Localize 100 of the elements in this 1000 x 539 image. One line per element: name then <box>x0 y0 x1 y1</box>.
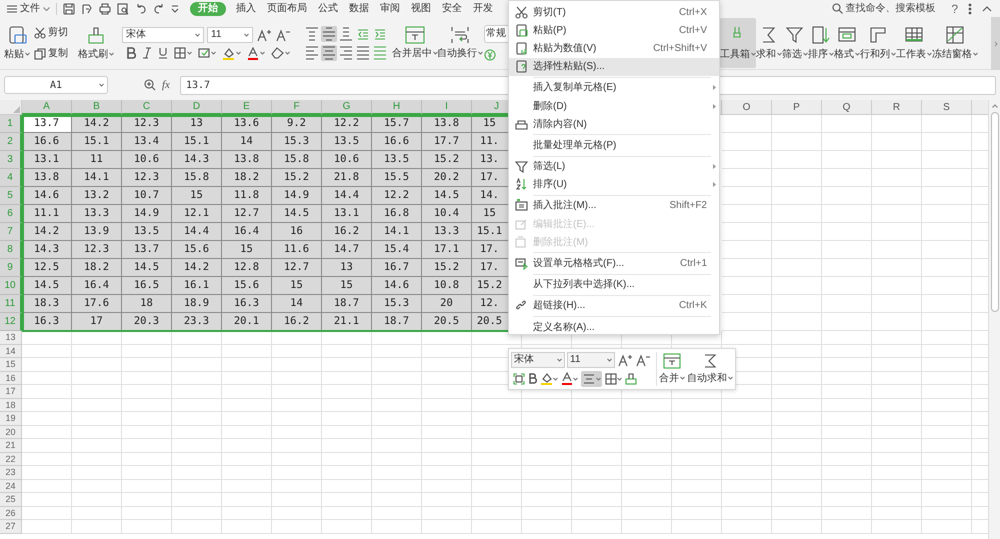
empty-cell <box>172 385 222 398</box>
left-align-button[interactable] <box>304 44 320 60</box>
empty-cell <box>822 426 872 439</box>
fill-color-icon[interactable] <box>540 372 553 385</box>
menu-item[interactable]: 插入复制单元格(E) <box>509 78 719 97</box>
worksheet-button[interactable]: 工作表 <box>896 18 932 68</box>
row-header[interactable]: 24 <box>0 480 22 493</box>
row-header[interactable]: 13 <box>0 331 22 344</box>
row-header[interactable]: 27 <box>0 520 22 534</box>
font-size-select[interactable]: 11 <box>567 352 615 368</box>
bottom-align-button[interactable] <box>338 26 354 42</box>
brush-icon[interactable] <box>625 372 637 385</box>
ribbon-tab[interactable]: 数据 <box>348 2 370 16</box>
underline-icon[interactable] <box>158 47 168 59</box>
select-range-icon[interactable] <box>513 372 525 384</box>
ribbon-tab[interactable]: 插入 <box>235 2 257 16</box>
menu-item[interactable]: 粘贴为数值(V) Ctrl+Shift+V <box>509 39 719 58</box>
ribbon-tab[interactable]: 安全 <box>441 2 463 16</box>
row-header[interactable]: 22 <box>0 452 22 466</box>
ribbon-tab[interactable]: 开发 <box>472 2 494 16</box>
italic-icon[interactable] <box>142 47 152 59</box>
ribbon-tab[interactable]: 视图 <box>410 2 432 16</box>
borders-icon[interactable] <box>174 47 186 59</box>
sort-button[interactable]: 排序 <box>808 18 834 68</box>
share-icon[interactable] <box>80 2 94 16</box>
fill-style-icon[interactable] <box>198 47 210 59</box>
empty-cell <box>872 385 922 398</box>
filter-button[interactable]: 筛选 <box>782 18 808 68</box>
copy-button[interactable]: 复制 <box>34 46 78 61</box>
menu-item[interactable]: 选择性粘贴(S)... <box>509 58 719 76</box>
ribbon-tab[interactable]: 公式 <box>317 2 339 16</box>
top-align-button[interactable] <box>304 26 320 42</box>
row-header[interactable]: 23 <box>0 466 22 480</box>
center-align-button[interactable] <box>321 44 337 60</box>
font-name-select[interactable]: 宋体 <box>122 26 204 42</box>
justify-button[interactable] <box>355 44 371 60</box>
decrease-font-icon[interactable] <box>275 28 291 42</box>
align-button[interactable] <box>581 370 602 386</box>
vertical-scrollbar[interactable] <box>988 100 1000 539</box>
format-painter-button[interactable]: 格式刷 <box>78 18 114 68</box>
row-header[interactable]: 21 <box>0 439 22 452</box>
collapse-icon[interactable] <box>982 6 992 12</box>
row-header[interactable]: 17 <box>0 385 22 398</box>
font-size-select[interactable]: 11 <box>207 26 253 42</box>
menu-item[interactable]: 剪切(T) Ctrl+X <box>509 3 719 22</box>
row-header[interactable]: 15 <box>0 358 22 372</box>
row-header[interactable]: 25 <box>0 493 22 506</box>
freeze-panes-button[interactable]: 冻结窗格 <box>932 18 978 68</box>
column-header[interactable]: P <box>772 100 822 115</box>
wrap-text-button[interactable]: 自动换行 <box>438 18 482 68</box>
bold-icon[interactable] <box>126 47 136 59</box>
more-icon[interactable] <box>968 2 972 14</box>
save-icon[interactable] <box>62 2 76 16</box>
paste-button[interactable]: 粘贴 <box>4 18 30 68</box>
decrease-font-icon[interactable] <box>635 352 651 366</box>
fill-color-icon[interactable] <box>222 46 235 60</box>
zoom-icon[interactable] <box>144 79 156 91</box>
file-menu[interactable]: 文件 <box>6 1 51 16</box>
row-header[interactable]: 19 <box>0 412 22 426</box>
sum-button[interactable]: 求和 <box>756 18 782 68</box>
font-color-icon[interactable] <box>561 372 573 385</box>
cut-button[interactable]: 剪切 <box>34 25 78 40</box>
row-header[interactable]: 14 <box>0 344 22 358</box>
toolbox-button[interactable]: 工具箱 <box>720 18 756 68</box>
print-preview-icon[interactable] <box>116 2 130 16</box>
name-box[interactable]: A1 <box>4 76 108 94</box>
help-button[interactable]: ? <box>951 0 958 18</box>
print-icon[interactable] <box>98 2 112 16</box>
column-header[interactable]: Q <box>822 100 872 115</box>
empty-cell <box>122 426 172 439</box>
ribbon-tab[interactable]: 页面布局 <box>266 2 308 16</box>
merge-button[interactable]: 合并 <box>659 349 685 389</box>
bold-icon[interactable] <box>528 373 537 384</box>
increase-font-icon[interactable] <box>256 28 272 42</box>
scroll-thumb[interactable] <box>990 112 998 312</box>
rows-columns-button[interactable]: 行和列 <box>860 18 896 68</box>
font-color-icon[interactable] <box>247 46 259 60</box>
autosum-button[interactable]: 自动求和 <box>687 349 733 389</box>
function-label[interactable]: fx <box>162 76 174 94</box>
row-header[interactable]: 18 <box>0 398 22 412</box>
number-format-select[interactable]: 常规 <box>484 25 508 43</box>
column-header[interactable]: R <box>872 100 922 115</box>
column-header[interactable]: S <box>922 100 972 115</box>
menu-item[interactable]: 粘贴(P) Ctrl+V <box>509 21 719 40</box>
increase-font-icon[interactable] <box>617 352 633 366</box>
ribbon-tab[interactable]: 审阅 <box>379 2 401 16</box>
format-button[interactable]: 格式 <box>834 18 860 68</box>
customize-icon[interactable] <box>170 4 180 12</box>
row-header[interactable]: 26 <box>0 506 22 520</box>
search-field[interactable]: 查找命令、搜索模板 <box>832 1 936 16</box>
row-header[interactable]: 20 <box>0 426 22 439</box>
row-header[interactable]: 16 <box>0 372 22 385</box>
merge-center-button[interactable]: 合并居中 <box>392 18 438 68</box>
font-name-select[interactable]: 宋体 <box>511 352 565 368</box>
table-cell: 17.1 <box>422 241 472 259</box>
column-header[interactable]: O <box>722 100 772 115</box>
borders-icon[interactable] <box>605 372 617 384</box>
eraser-icon[interactable] <box>271 47 284 59</box>
right-align-button[interactable] <box>338 44 354 60</box>
middle-align-button[interactable] <box>321 26 337 42</box>
